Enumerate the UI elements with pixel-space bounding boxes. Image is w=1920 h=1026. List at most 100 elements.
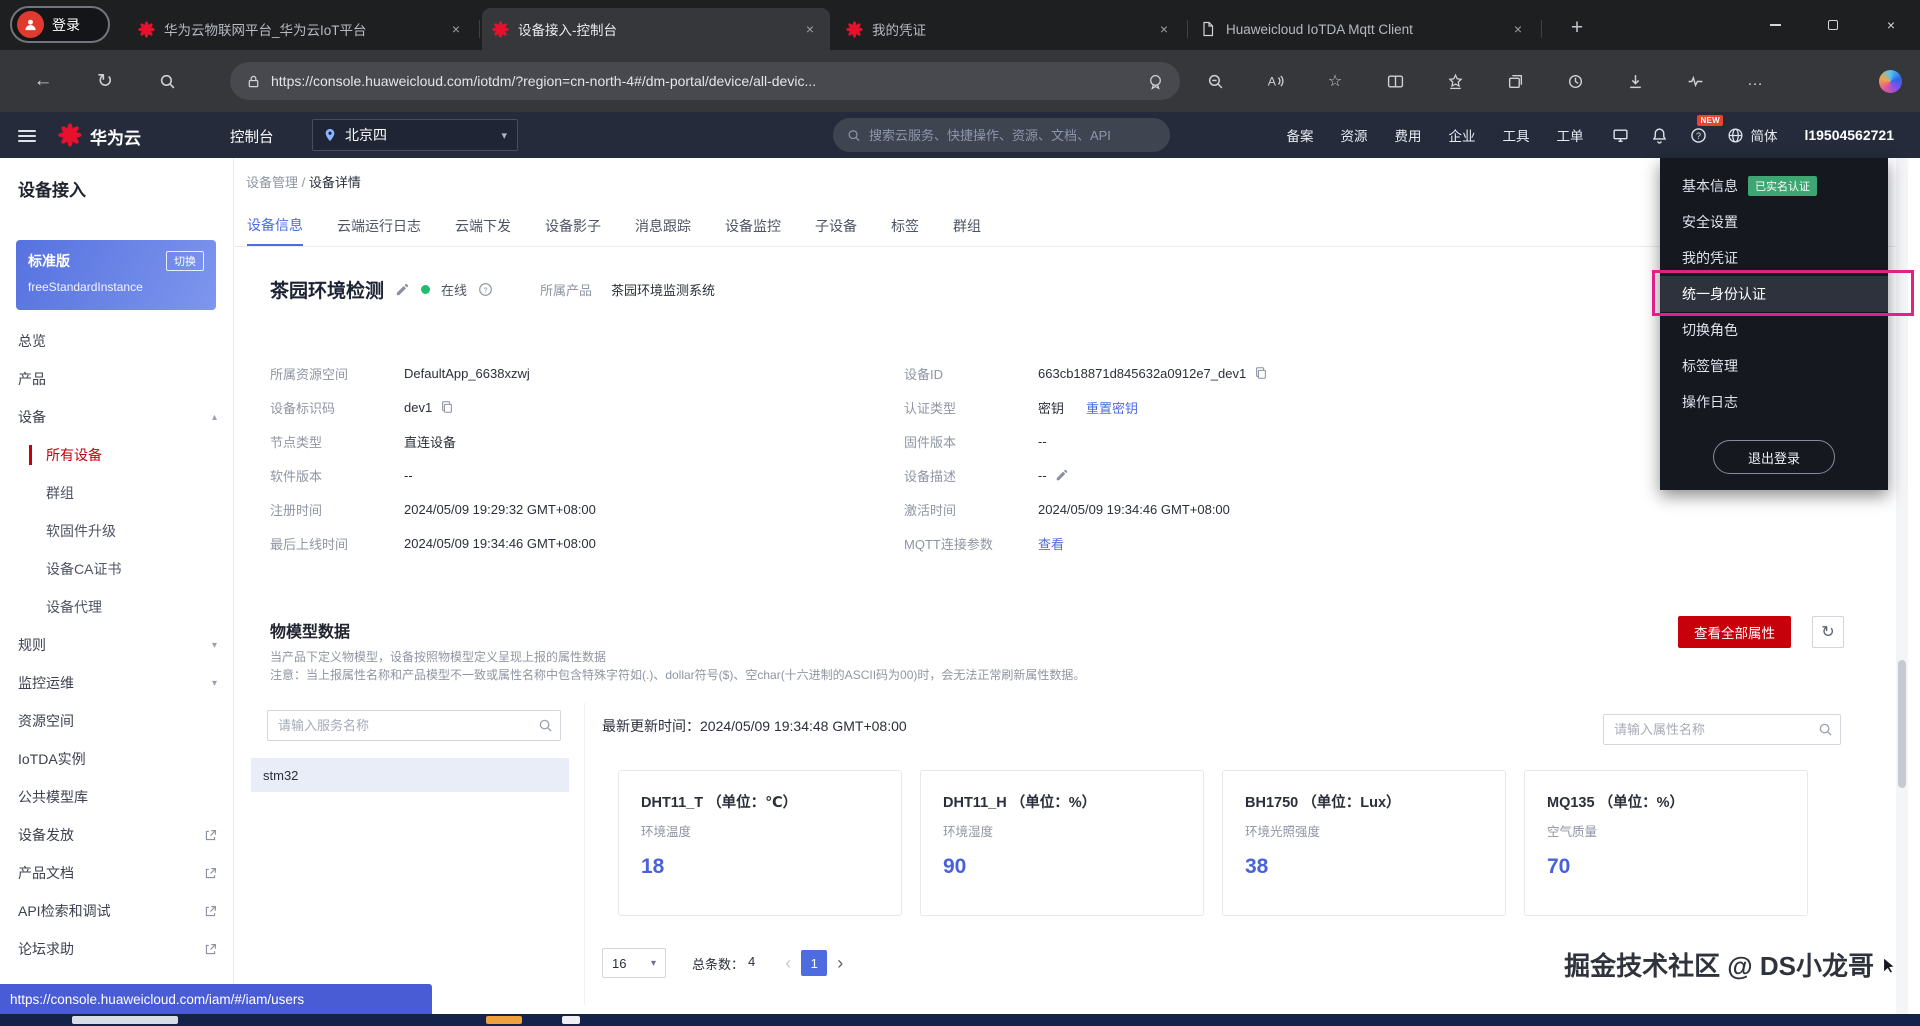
nav-link-enterprise[interactable]: 企业 [1448, 125, 1475, 145]
search-button[interactable] [148, 62, 186, 100]
search-icon[interactable] [538, 718, 553, 733]
close-tab-icon[interactable]: × [446, 19, 466, 39]
browser-tab-iot-platform[interactable]: 华为云物联网平台_华为云IoT平台 × [128, 8, 476, 50]
zoom-icon[interactable] [1198, 64, 1232, 98]
brand-name[interactable]: 华为云 [90, 124, 141, 149]
sidebar-item-resource-spaces[interactable]: 资源空间 [0, 702, 233, 740]
browser-essentials-icon[interactable] [1678, 64, 1712, 98]
console-search-input[interactable] [869, 128, 1156, 143]
downloads-icon[interactable] [1618, 64, 1652, 98]
menu-item-basic-info[interactable]: 基本信息 已实名认证 [1660, 168, 1888, 204]
edit-pencil-icon[interactable] [395, 282, 410, 297]
nav-link-billing[interactable]: 费用 [1394, 125, 1421, 145]
nav-link-beian[interactable]: 备案 [1286, 125, 1313, 145]
switch-instance-button[interactable]: 切换 [166, 251, 204, 271]
tab-tags[interactable]: 标签 [891, 206, 919, 246]
tab-device-shadow[interactable]: 设备影子 [545, 206, 601, 246]
sidebar-item-monitoring[interactable]: 监控运维▾ [0, 664, 233, 702]
page-number[interactable]: 1 [801, 950, 827, 976]
help-circle-icon[interactable]: ? [478, 282, 493, 297]
copy-icon[interactable] [1254, 366, 1268, 380]
sidebar-item-rules[interactable]: 规则▾ [0, 626, 233, 664]
sidebar-item-devices[interactable]: 设备▴ [0, 398, 233, 436]
sidebar-item-all-devices[interactable]: 所有设备 [0, 436, 233, 474]
collections-icon[interactable] [1498, 64, 1532, 98]
copilot-icon[interactable] [1879, 70, 1902, 93]
close-tab-icon[interactable]: × [1508, 19, 1528, 39]
settings-menu-icon[interactable]: … [1738, 64, 1772, 98]
new-tab-button[interactable]: + [1562, 13, 1592, 43]
tab-device-monitoring[interactable]: 设备监控 [725, 206, 781, 246]
split-screen-icon[interactable] [1378, 64, 1412, 98]
view-mqtt-link[interactable]: 查看 [1038, 534, 1064, 553]
logout-button[interactable]: 退出登录 [1713, 440, 1835, 474]
browser-tab-device-console[interactable]: 设备接入-控制台 × [482, 8, 830, 50]
menu-item-operation-log[interactable]: 操作日志 [1660, 384, 1888, 420]
nav-link-resources[interactable]: 资源 [1340, 125, 1367, 145]
console-link[interactable]: 控制台 [230, 126, 274, 147]
sidebar-item-products[interactable]: 产品 [0, 360, 233, 398]
sidebar-item-product-docs[interactable]: 产品文档 [0, 854, 233, 892]
sidebar-item-device-ca[interactable]: 设备CA证书 [0, 550, 233, 588]
edit-pencil-icon[interactable] [1055, 468, 1069, 482]
account-name[interactable]: l19504562721 [1804, 127, 1894, 143]
next-page-icon[interactable]: › [837, 953, 843, 974]
browser-tab-credentials[interactable]: 我的凭证 × [836, 8, 1184, 50]
read-aloud-icon[interactable]: A [1258, 64, 1292, 98]
notifications-bell-icon[interactable] [1649, 125, 1669, 145]
sidebar-item-groups[interactable]: 群组 [0, 474, 233, 512]
sidebar-item-public-models[interactable]: 公共模型库 [0, 778, 233, 816]
property-search-input[interactable] [1603, 714, 1841, 745]
menu-item-security-settings[interactable]: 安全设置 [1660, 204, 1888, 240]
tab-child-devices[interactable]: 子设备 [815, 206, 857, 246]
hamburger-menu-icon[interactable] [18, 127, 36, 145]
sidebar-item-device-provisioning[interactable]: 设备发放 [0, 816, 233, 854]
reset-secret-link[interactable]: 重置密钥 [1086, 398, 1138, 417]
tab-message-trace[interactable]: 消息跟踪 [635, 206, 691, 246]
sidebar-item-api-explorer[interactable]: API检索和调试 [0, 892, 233, 930]
sidebar-item-device-proxy[interactable]: 设备代理 [0, 588, 233, 626]
back-button[interactable]: ← [24, 62, 62, 100]
menu-item-tag-management[interactable]: 标签管理 [1660, 348, 1888, 384]
close-tab-icon[interactable]: × [1154, 19, 1174, 39]
nav-link-tools[interactable]: 工具 [1502, 125, 1529, 145]
login-recorder-button[interactable]: 登录 [10, 6, 110, 43]
page-size-select[interactable]: 16 ▾ [602, 948, 666, 978]
tab-cloud-delivery[interactable]: 云端下发 [455, 206, 511, 246]
tab-cloud-run-logs[interactable]: 云端运行日志 [337, 206, 421, 246]
tab-groups[interactable]: 群组 [953, 206, 981, 246]
close-window-button[interactable]: × [1862, 0, 1920, 50]
console-monitor-icon[interactable] [1610, 125, 1630, 145]
prev-page-icon[interactable]: ‹ [785, 953, 791, 974]
sidebar-item-firmware-upgrade[interactable]: 软固件升级 [0, 512, 233, 550]
sidebar-item-iotda-instances[interactable]: IoTDA实例 [0, 740, 233, 778]
breadcrumb-parent[interactable]: 设备管理 [246, 175, 298, 190]
maximize-button[interactable] [1804, 0, 1862, 50]
browser-tab-mqtt-client[interactable]: Huaweicloud IoTDA Mqtt Client × [1190, 8, 1538, 50]
sidebar-item-forum-help[interactable]: 论坛求助 [0, 930, 233, 968]
promo-badge-icon[interactable] [1147, 73, 1164, 90]
console-search[interactable] [833, 118, 1170, 152]
view-all-properties-button[interactable]: 查看全部属性 [1678, 616, 1791, 648]
help-icon[interactable]: ? NEW [1688, 125, 1708, 145]
favorite-star-icon[interactable]: ☆ [1318, 64, 1352, 98]
copy-icon[interactable] [440, 400, 454, 414]
tab-device-info[interactable]: 设备信息 [247, 206, 303, 246]
scrollbar-thumb[interactable] [1898, 660, 1906, 788]
address-bar[interactable]: https://console.huaweicloud.com/iotdm/?r… [230, 62, 1180, 100]
service-list-item[interactable]: stm32 [251, 758, 569, 792]
language-selector[interactable]: 简体 [1727, 125, 1777, 145]
nav-link-tickets[interactable]: 工单 [1556, 125, 1583, 145]
sidebar-item-overview[interactable]: 总览 [0, 322, 233, 360]
region-selector[interactable]: 北京四 ▾ [312, 119, 518, 151]
menu-item-switch-role[interactable]: 切换角色 [1660, 312, 1888, 348]
history-icon[interactable] [1558, 64, 1592, 98]
refresh-properties-button[interactable]: ↻ [1812, 616, 1844, 648]
refresh-button[interactable]: ↻ [86, 62, 124, 100]
service-search-input[interactable] [267, 710, 561, 741]
product-name[interactable]: 茶园环境监测系统 [611, 280, 715, 299]
close-tab-icon[interactable]: × [800, 19, 820, 39]
minimize-button[interactable] [1746, 0, 1804, 50]
search-icon[interactable] [1818, 722, 1833, 737]
favorites-bar-icon[interactable] [1438, 64, 1472, 98]
